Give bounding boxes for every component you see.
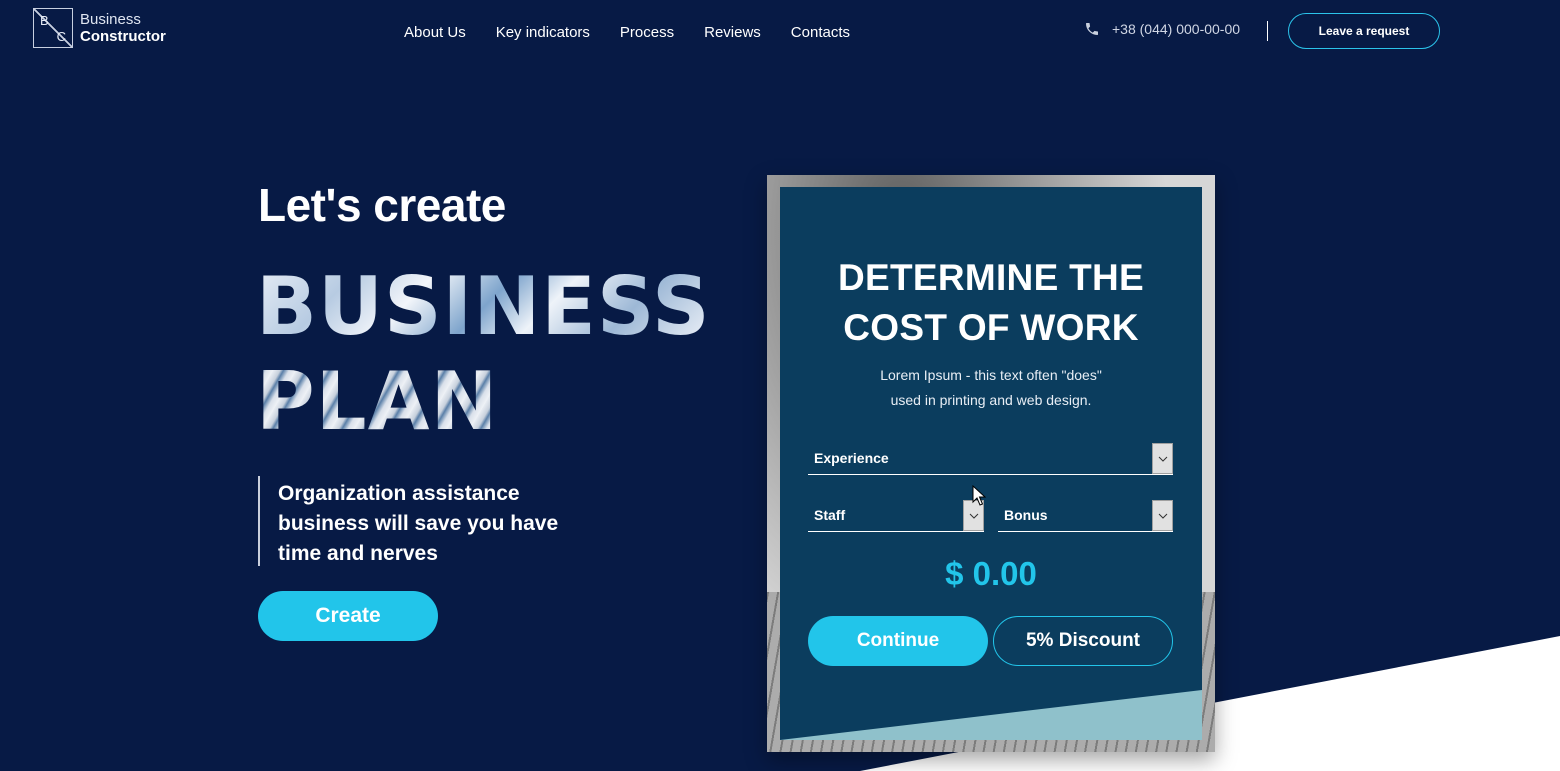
bonus-select[interactable]: Bonus — [998, 500, 1173, 532]
brand-logo[interactable]: B C Business Constructor — [33, 8, 166, 48]
chevron-down-icon[interactable] — [1152, 443, 1173, 474]
hero-quote: Organization assistance business will sa… — [278, 482, 559, 565]
logo-text: Business Constructor — [80, 11, 166, 45]
logo-line-1: Business — [80, 11, 141, 28]
card-teal-accent — [780, 690, 1202, 740]
logo-mark: B C — [33, 8, 73, 48]
hero-title: Let's create — [258, 179, 506, 231]
price-total: $ 0.00 — [945, 555, 1037, 592]
quote-accent-line — [258, 476, 260, 566]
phone-icon — [1086, 23, 1098, 35]
staff-select-label: Staff — [814, 507, 846, 523]
calculator-title-line-1: DETERMINE THE — [837, 257, 1145, 298]
hero-big-word-business: BUSINESS — [256, 260, 711, 353]
phone-link[interactable]: +38 (044) 000-00-00 — [1084, 21, 1240, 37]
staff-select[interactable]: Staff — [808, 500, 984, 532]
create-button[interactable]: Create — [258, 591, 438, 641]
logo-line-2: Constructor — [80, 28, 166, 45]
discount-button[interactable]: 5% Discount — [993, 616, 1173, 666]
nav-contacts[interactable]: Contacts — [791, 24, 850, 42]
bonus-select-label: Bonus — [1004, 507, 1048, 523]
main-nav: About Us Key indicators Process Reviews … — [404, 24, 880, 42]
leave-request-button[interactable]: Leave a request — [1288, 13, 1440, 49]
experience-select-label: Experience — [814, 450, 889, 466]
calculator-desc-line-1: Lorem Ipsum - this text often "does" — [880, 367, 1102, 383]
logo-letter-b: B — [40, 13, 49, 28]
phone-number: +38 (044) 000-00-00 — [1112, 21, 1241, 37]
cost-calculator-card: DETERMINE THE COST OF WORK Lorem Ipsum -… — [780, 187, 1202, 740]
calculator-desc-line-2: used in printing and web design. — [890, 392, 1092, 408]
nav-key-indicators[interactable]: Key indicators — [496, 24, 590, 42]
chevron-down-icon[interactable] — [1152, 500, 1173, 531]
nav-reviews[interactable]: Reviews — [704, 24, 761, 42]
header-divider — [1267, 21, 1268, 41]
nav-process[interactable]: Process — [620, 24, 674, 42]
hero-big-word-plan: PLAN — [256, 355, 499, 448]
continue-button[interactable]: Continue — [808, 616, 988, 666]
calculator-description: Lorem Ipsum - this text often "does" use… — [780, 363, 1202, 413]
calculator-title: DETERMINE THE COST OF WORK — [780, 253, 1202, 353]
mouse-cursor-icon — [972, 485, 986, 506]
logo-letter-c: C — [56, 29, 66, 44]
experience-select[interactable]: Experience — [808, 443, 1173, 475]
calculator-title-line-2: COST OF WORK — [843, 307, 1139, 348]
nav-about-us[interactable]: About Us — [404, 24, 466, 42]
